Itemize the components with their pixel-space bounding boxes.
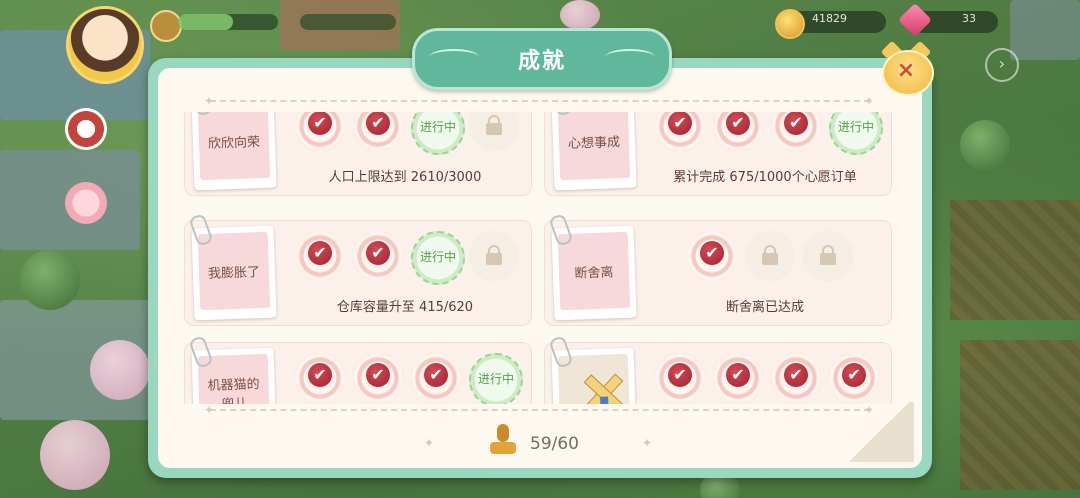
in-progress-label: 进行中 — [477, 372, 514, 386]
lock-icon — [469, 231, 519, 281]
check-icon: ✔ — [308, 241, 332, 265]
in-progress-label: 进行中 — [419, 250, 456, 264]
close-icon: × — [896, 58, 916, 83]
dialog-title: 成就 — [517, 49, 566, 74]
character-icon — [65, 108, 107, 150]
completed-stamp-icon: ✔ — [687, 231, 737, 281]
completed-stamp-icon: ✔ — [771, 353, 821, 403]
check-icon: ✔ — [308, 363, 332, 387]
completed-stamp-icon: ✔ — [353, 231, 403, 281]
check-icon: ✔ — [366, 112, 390, 135]
check-icon: ✔ — [366, 241, 390, 265]
achievement-name: 我膨胀了 — [197, 231, 271, 311]
check-icon: ✔ — [726, 363, 750, 387]
stamp-icon — [488, 424, 518, 460]
in-progress-stamp: 进行中 — [469, 353, 523, 404]
achievement-card[interactable]: 我膨胀了 ✔ ✔ 进行中仓库容量升至 415/620 — [184, 213, 532, 326]
in-progress-stamp: 进行中 — [411, 231, 465, 285]
in-progress-stamp: 进行中 — [411, 112, 465, 155]
gem-value: 33 — [962, 12, 976, 25]
achievement-description: 断舍离已达成 — [725, 300, 804, 315]
exp-bar — [178, 14, 278, 30]
completed-stamp-icon: ✔ — [295, 231, 345, 281]
star-decoration: ✦ — [864, 403, 875, 417]
check-icon: ✔ — [308, 112, 332, 135]
check-icon: ✔ — [842, 363, 866, 387]
achievement-card[interactable]: 心想事成 ✔ ✔ ✔ 进行中累计完成 675/1000个心愿订单 — [544, 112, 892, 196]
star-decoration: ✦ — [204, 94, 215, 108]
check-icon: ✔ — [424, 363, 448, 387]
achievement-list[interactable]: 欣欣向荣 ✔ ✔ 进行中 人口上限达到 2610/3000 心想事成 ✔ ✔ ✔ 进行中 累计完成 … — [160, 112, 920, 404]
player-avatar[interactable] — [66, 6, 144, 84]
completed-stamp-icon: ✔ — [655, 353, 705, 403]
achievement-card[interactable]: ✔ ✔ ✔ ✔ — [544, 335, 892, 404]
completed-stamp-icon: ✔ — [295, 112, 345, 151]
check-icon: ✔ — [784, 363, 808, 387]
chevron-right-icon[interactable]: › — [985, 48, 1019, 82]
windmill-icon — [578, 368, 630, 404]
in-progress-label: 进行中 — [837, 120, 874, 134]
completed-stamp-icon: ✔ — [713, 112, 763, 151]
achievement-description: 人口上限达到 2610/3000 — [328, 170, 482, 185]
achievement-description: 仓库容量升至 415/620 — [336, 300, 474, 315]
secondary-bar — [300, 14, 396, 30]
completed-stamp-icon: ✔ — [771, 112, 821, 151]
star-decoration: ✦ — [424, 436, 435, 450]
check-icon: ✔ — [366, 363, 390, 387]
divider-bottom — [210, 409, 870, 411]
achievement-name: 欣欣向荣 — [197, 112, 271, 181]
check-icon: ✔ — [784, 112, 808, 135]
in-progress-label: 进行中 — [419, 120, 456, 134]
divider-top — [210, 100, 870, 102]
achievement-note: 心想事成 — [551, 112, 637, 191]
paper-fold — [844, 402, 914, 462]
check-icon: ✔ — [700, 241, 724, 265]
completed-stamp-icon: ✔ — [295, 353, 345, 403]
achievement-note: 欣欣向荣 — [191, 112, 277, 191]
side-button-2[interactable] — [60, 182, 112, 226]
star-decoration: ✦ — [204, 403, 215, 417]
achievement-card[interactable]: 欣欣向荣 ✔ ✔ 进行中人口上限达到 2610/3000 — [184, 112, 532, 196]
check-icon: ✔ — [726, 112, 750, 135]
achievement-name: 断舍离 — [557, 231, 631, 311]
check-icon: ✔ — [668, 363, 692, 387]
in-progress-stamp: 进行中 — [829, 112, 883, 155]
achievement-name: 心想事成 — [557, 112, 631, 181]
completed-stamp-icon: ✔ — [411, 353, 461, 403]
star-decoration: ✦ — [864, 94, 875, 108]
completed-stamp-icon: ✔ — [713, 353, 763, 403]
dialog-title-banner: 成就 — [412, 28, 672, 90]
star-decoration: ✦ — [642, 436, 653, 450]
completed-stamp-icon: ✔ — [655, 112, 705, 151]
lock-icon — [803, 231, 853, 281]
completed-stamp-icon: ✔ — [353, 112, 403, 151]
check-icon: ✔ — [668, 112, 692, 135]
achievement-description: 累计完成 675/1000个心愿订单 — [673, 170, 857, 185]
achievement-card[interactable]: 断舍离 ✔ 断舍离已达成 — [544, 213, 892, 326]
lock-icon — [469, 112, 519, 151]
level-icon — [150, 10, 182, 42]
close-button[interactable]: × — [880, 40, 934, 96]
flower-icon — [65, 182, 107, 224]
completed-stamp-icon: ✔ — [829, 353, 879, 403]
coin-value: 41829 — [812, 12, 847, 25]
lock-icon — [745, 231, 795, 281]
coin-icon — [775, 9, 805, 39]
side-button-1[interactable] — [60, 108, 112, 152]
achievement-card[interactable]: 机器猫的兜儿 ✔ ✔ ✔ 进行中 — [184, 335, 532, 404]
achievement-progress: 59/60 — [530, 434, 579, 454]
completed-stamp-icon: ✔ — [353, 353, 403, 403]
